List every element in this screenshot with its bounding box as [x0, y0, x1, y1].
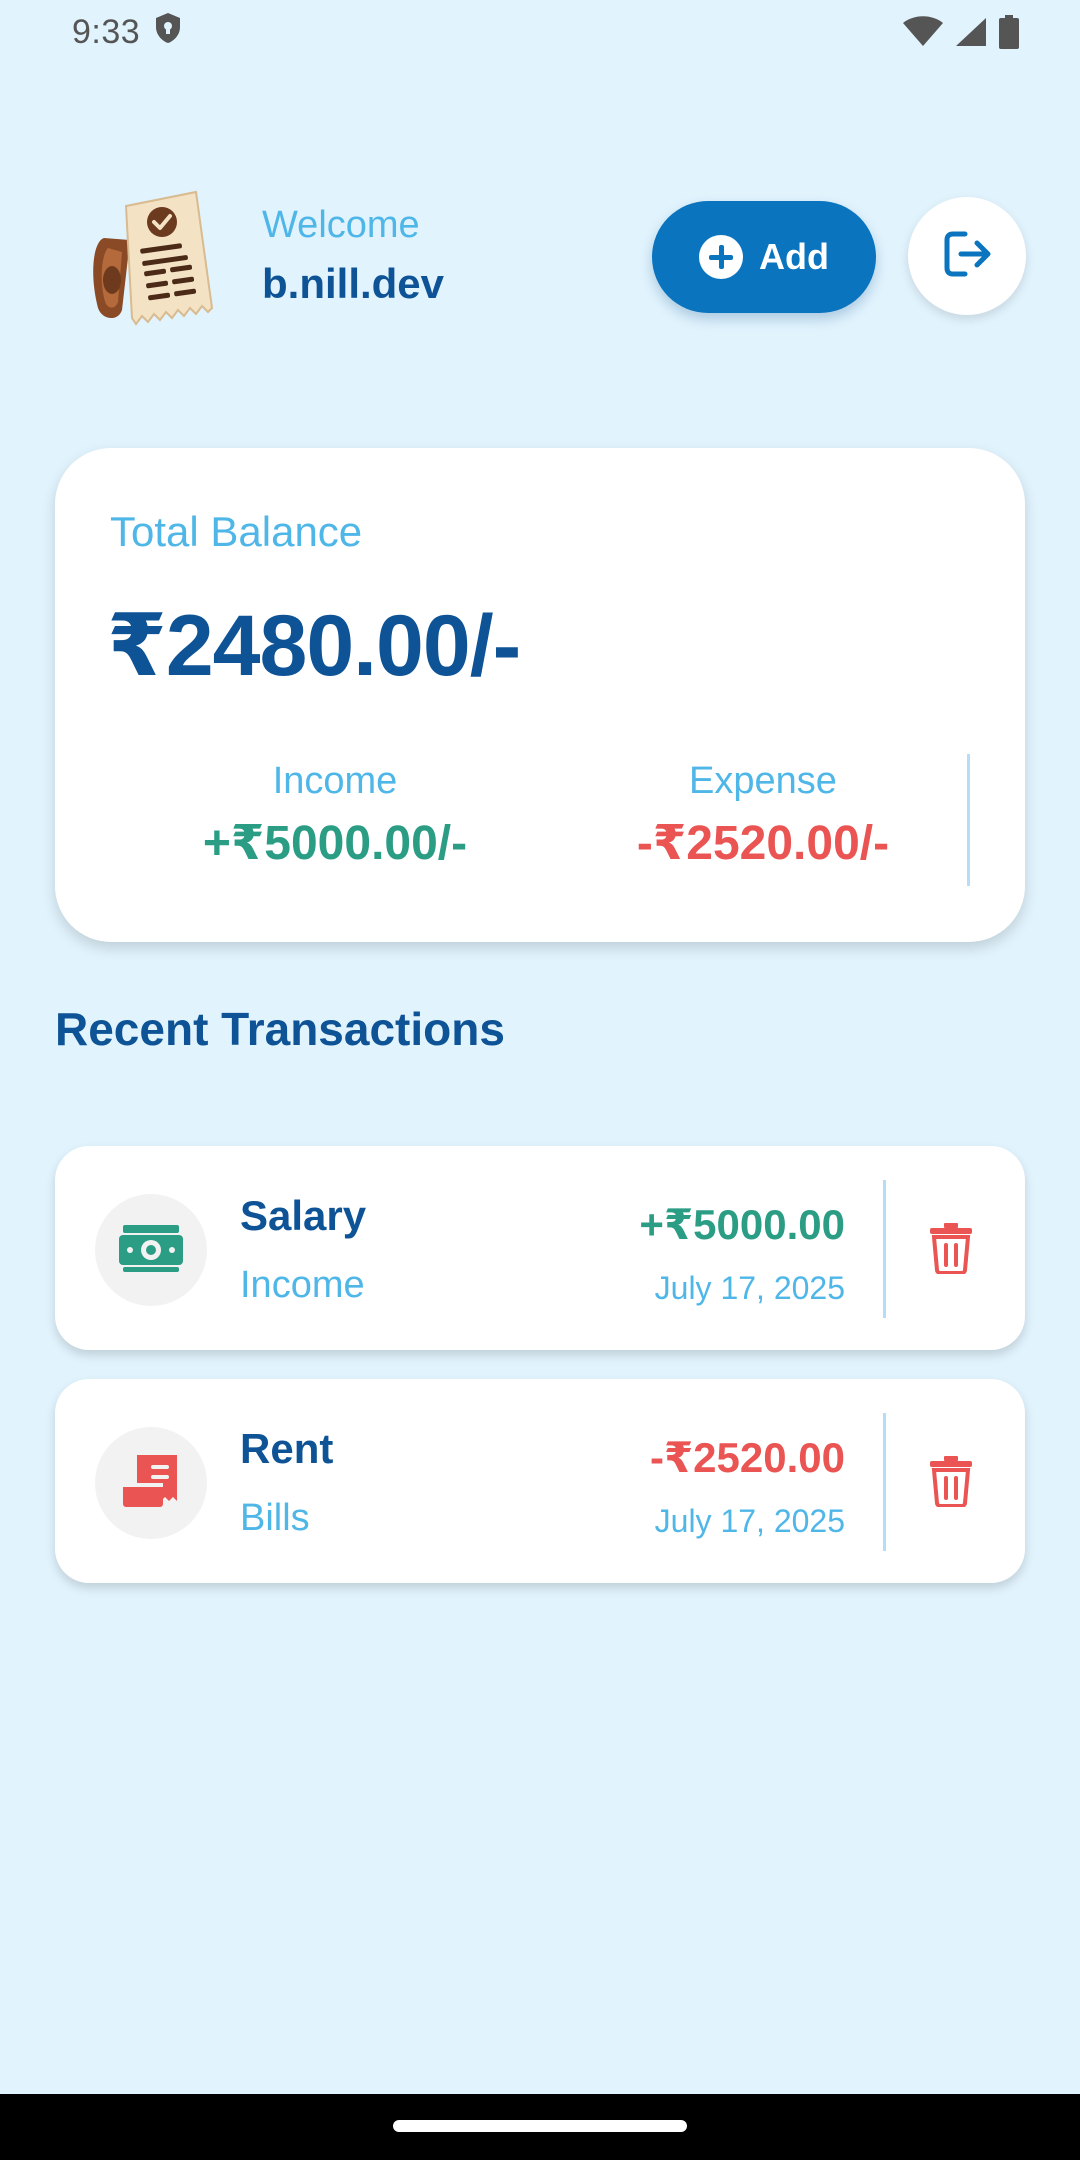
expense-stat: Expense -₹2520.00/-	[573, 760, 953, 871]
expense-value: -₹2520.00/-	[636, 817, 890, 870]
transaction-title: Rent	[240, 1425, 334, 1472]
trash-icon	[929, 1455, 973, 1512]
transaction-item[interactable]: Rent Bills -₹2520.00 July 17, 2025	[55, 1379, 1025, 1583]
income-stat: Income +₹5000.00/-	[145, 760, 525, 871]
income-value: +₹5000.00/-	[202, 817, 468, 870]
status-time: 9:33	[72, 12, 141, 51]
income-label: Income	[272, 760, 398, 802]
bill-receipt-icon	[121, 1453, 181, 1514]
status-right	[902, 15, 1020, 49]
total-balance-label: Total Balance	[110, 508, 363, 555]
transaction-category: Bills	[240, 1497, 310, 1539]
status-bar: 9:33	[0, 0, 1080, 64]
transaction-list: Salary Income +₹5000.00 July 17, 2025 Re…	[55, 1146, 1025, 1612]
card-divider	[967, 754, 970, 886]
header: Welcome b.nill.dev Add	[90, 186, 1026, 330]
money-icon	[119, 1223, 183, 1278]
trash-icon	[929, 1222, 973, 1279]
delete-transaction-button[interactable]	[919, 1451, 983, 1515]
transaction-amount: +₹5000.00	[639, 1201, 845, 1248]
transaction-divider	[883, 1413, 886, 1551]
transaction-category: Income	[240, 1264, 365, 1306]
total-balance-amount: ₹2480.00/-	[107, 598, 521, 694]
expense-label: Expense	[689, 760, 837, 802]
transaction-icon-wrap	[95, 1427, 207, 1539]
home-indicator[interactable]	[393, 2120, 687, 2132]
shield-icon	[154, 12, 182, 53]
cell-signal-icon	[954, 16, 988, 48]
receipt-scroll-icon	[90, 186, 218, 330]
transaction-date: July 17, 2025	[654, 1270, 845, 1306]
plus-circle-icon	[699, 235, 743, 279]
logout-button[interactable]	[908, 197, 1026, 315]
delete-transaction-button[interactable]	[919, 1218, 983, 1282]
balance-card: Total Balance ₹2480.00/- Income +₹5000.0…	[55, 448, 1025, 942]
status-left: 9:33	[72, 12, 182, 53]
transaction-icon-wrap	[95, 1194, 207, 1306]
user-name: b.nill.dev	[262, 260, 445, 307]
add-button-label: Add	[759, 236, 829, 277]
transaction-date: July 17, 2025	[654, 1503, 845, 1539]
add-transaction-button[interactable]: Add	[652, 201, 876, 313]
logout-icon	[939, 226, 995, 287]
battery-icon	[998, 15, 1020, 49]
transaction-title: Salary	[240, 1192, 367, 1239]
recent-transactions-title: Recent Transactions	[55, 1003, 505, 1055]
wifi-icon	[902, 16, 944, 48]
transaction-amount: -₹2520.00	[649, 1434, 845, 1481]
system-nav-bar	[0, 2094, 1080, 2160]
transaction-item[interactable]: Salary Income +₹5000.00 July 17, 2025	[55, 1146, 1025, 1350]
welcome-block: Welcome b.nill.dev	[262, 202, 444, 310]
transaction-divider	[883, 1180, 886, 1318]
welcome-label: Welcome	[262, 204, 420, 246]
